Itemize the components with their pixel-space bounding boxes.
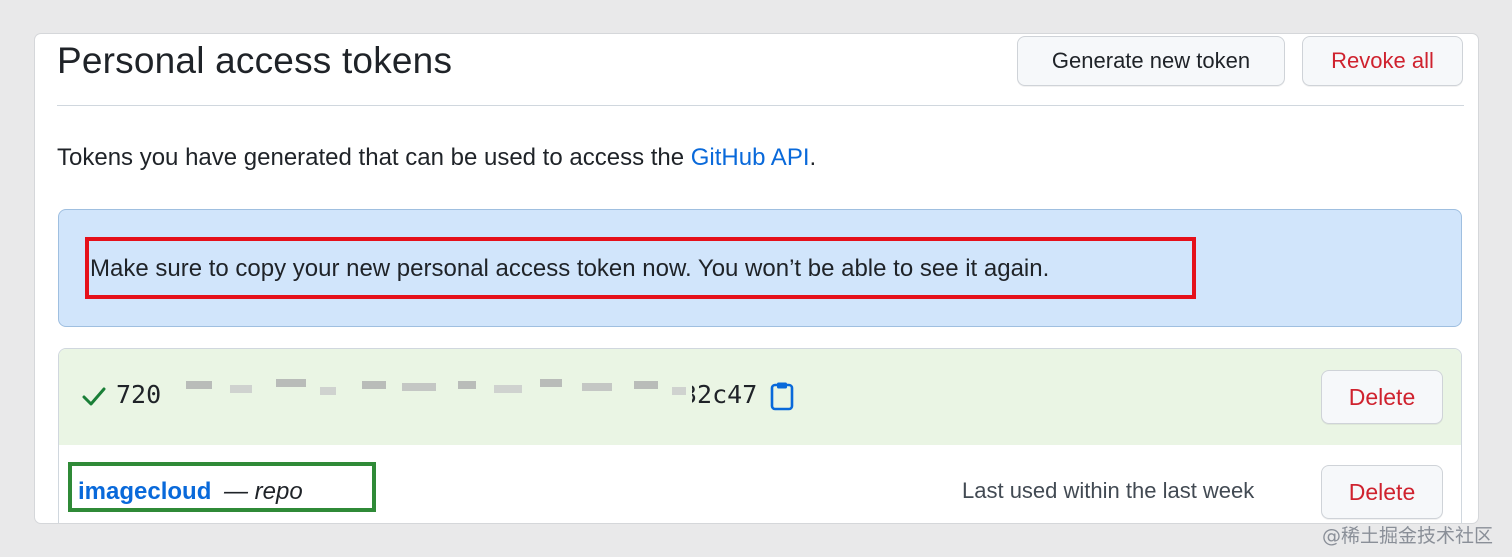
token-prefix: 720 [116,380,162,409]
revoke-all-button[interactable]: Revoke all [1302,36,1463,86]
token-list: 720 32c47 Delete imagecloud — repo Last … [58,348,1462,523]
tokens-panel: Personal access tokens Generate new toke… [35,34,1478,523]
description-text: Tokens you have generated that can be us… [57,144,691,171]
token-row-imagecloud: imagecloud — repo Last used within the l… [59,445,1461,523]
new-token-value[interactable]: 720 32c47 [116,380,757,409]
clipboard-icon[interactable] [770,381,794,411]
delete-token-button[interactable]: Delete [1321,465,1443,519]
tokens-description: Tokens you have generated that can be us… [57,144,816,172]
page-title: Personal access tokens [57,40,453,81]
check-icon [82,387,106,406]
token-redaction-blur [172,367,692,411]
copy-token-flash: Make sure to copy your new personal acce… [58,209,1462,327]
watermark: @稀土掘金技术社区 [1322,525,1494,547]
token-scope: — repo [224,478,303,505]
github-api-link[interactable]: GitHub API [691,144,810,171]
token-name-link[interactable]: imagecloud [78,478,211,506]
token-last-used: Last used within the last week [962,478,1255,503]
header-divider [57,105,1464,106]
new-token-row: 720 32c47 Delete [59,349,1461,446]
description-suffix: . [809,144,817,171]
generate-new-token-button[interactable]: Generate new token [1017,36,1285,86]
flash-message: Make sure to copy your new personal acce… [90,255,1050,282]
token-suffix: 32c47 [682,380,758,409]
delete-new-token-button[interactable]: Delete [1321,370,1443,424]
